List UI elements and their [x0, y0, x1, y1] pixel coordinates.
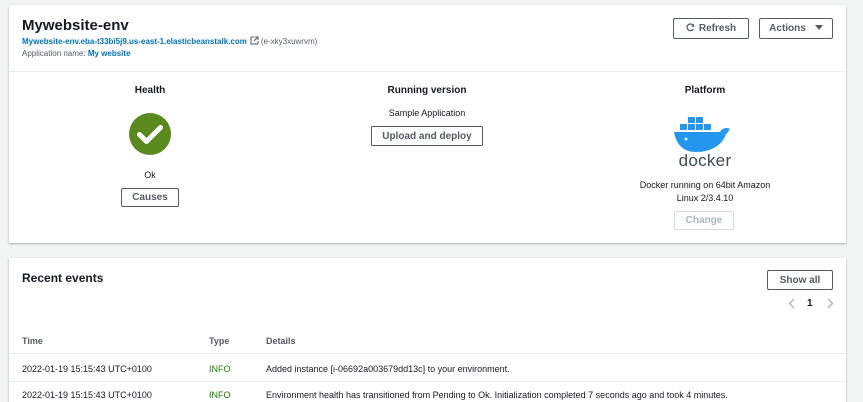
refresh-icon — [686, 22, 695, 35]
health-heading: Health — [134, 85, 166, 96]
health-ok-icon — [128, 112, 172, 156]
column-header-details[interactable]: Details — [266, 336, 296, 346]
application-name-link[interactable]: My website — [88, 49, 131, 58]
application-name-line: Application name: My website — [22, 49, 131, 58]
events-table-header: Time Type Details — [9, 328, 846, 354]
event-type: INFO — [209, 364, 231, 374]
application-name-label: Application name: — [22, 49, 86, 58]
column-header-time[interactable]: Time — [22, 336, 43, 346]
environment-title: Mywebsite-env — [22, 17, 129, 34]
show-all-button[interactable]: Show all — [767, 270, 833, 290]
causes-label: Causes — [132, 192, 168, 203]
event-details: Environment health has transitioned from… — [266, 390, 728, 400]
recent-events-heading: Recent events — [22, 271, 104, 285]
change-label: Change — [685, 215, 723, 226]
docker-logo-text: docker — [678, 151, 732, 170]
event-time: 2022-01-19 15:15:43 UTC+0100 — [22, 390, 152, 400]
running-version-value: Sample Application — [388, 108, 466, 118]
health-status: Ok — [144, 170, 156, 180]
recent-events-panel: Recent events Show all 1 Time Type Detai… — [9, 258, 846, 402]
pagination-current-page[interactable]: 1 — [807, 298, 813, 309]
pagination-previous-icon[interactable] — [788, 296, 795, 314]
environment-overview-panel: Mywebsite-env Mywebsite-env.eba-t33bi5j9… — [9, 5, 846, 243]
event-details: Added instance [i-06692a003679dd13c] to … — [266, 364, 510, 374]
caret-down-icon — [814, 23, 823, 34]
upload-and-deploy-button[interactable]: Upload and deploy — [371, 126, 483, 146]
causes-button[interactable]: Causes — [121, 188, 179, 207]
docker-logo: docker — [672, 113, 738, 170]
platform-heading: Platform — [684, 85, 726, 96]
actions-label: Actions — [769, 23, 806, 34]
change-platform-button[interactable]: Change — [674, 211, 734, 230]
environment-url-link[interactable]: Mywebsite-env.eba-t33bi5j9.us-east-1.ela… — [22, 37, 247, 46]
environment-url-line: Mywebsite-env.eba-t33bi5j9.us-east-1.ela… — [22, 36, 317, 47]
pagination-next-icon[interactable] — [827, 296, 834, 314]
column-header-type[interactable]: Type — [209, 336, 229, 346]
table-row: 2022-01-19 15:15:43 UTC+0100 INFO Added … — [9, 356, 846, 382]
running-version-heading: Running version — [387, 85, 467, 96]
environment-id: (e-xky3xuwrvm) — [260, 37, 318, 46]
platform-description-line2: Linux 2/3.4.10 — [676, 193, 734, 203]
refresh-label: Refresh — [698, 23, 737, 34]
upload-and-deploy-label: Upload and deploy — [382, 130, 472, 142]
table-row: 2022-01-19 15:15:43 UTC+0100 INFO Enviro… — [9, 382, 846, 402]
refresh-button[interactable]: Refresh — [673, 18, 749, 39]
event-time: 2022-01-19 15:15:43 UTC+0100 — [22, 364, 152, 374]
show-all-label: Show all — [779, 274, 821, 286]
platform-description-line1: Docker running on 64bit Amazon — [639, 180, 771, 190]
event-type: INFO — [209, 390, 231, 400]
environment-header: Mywebsite-env Mywebsite-env.eba-t33bi5j9… — [9, 5, 846, 72]
actions-dropdown-button[interactable]: Actions — [759, 18, 833, 39]
external-link-icon[interactable] — [250, 36, 259, 47]
